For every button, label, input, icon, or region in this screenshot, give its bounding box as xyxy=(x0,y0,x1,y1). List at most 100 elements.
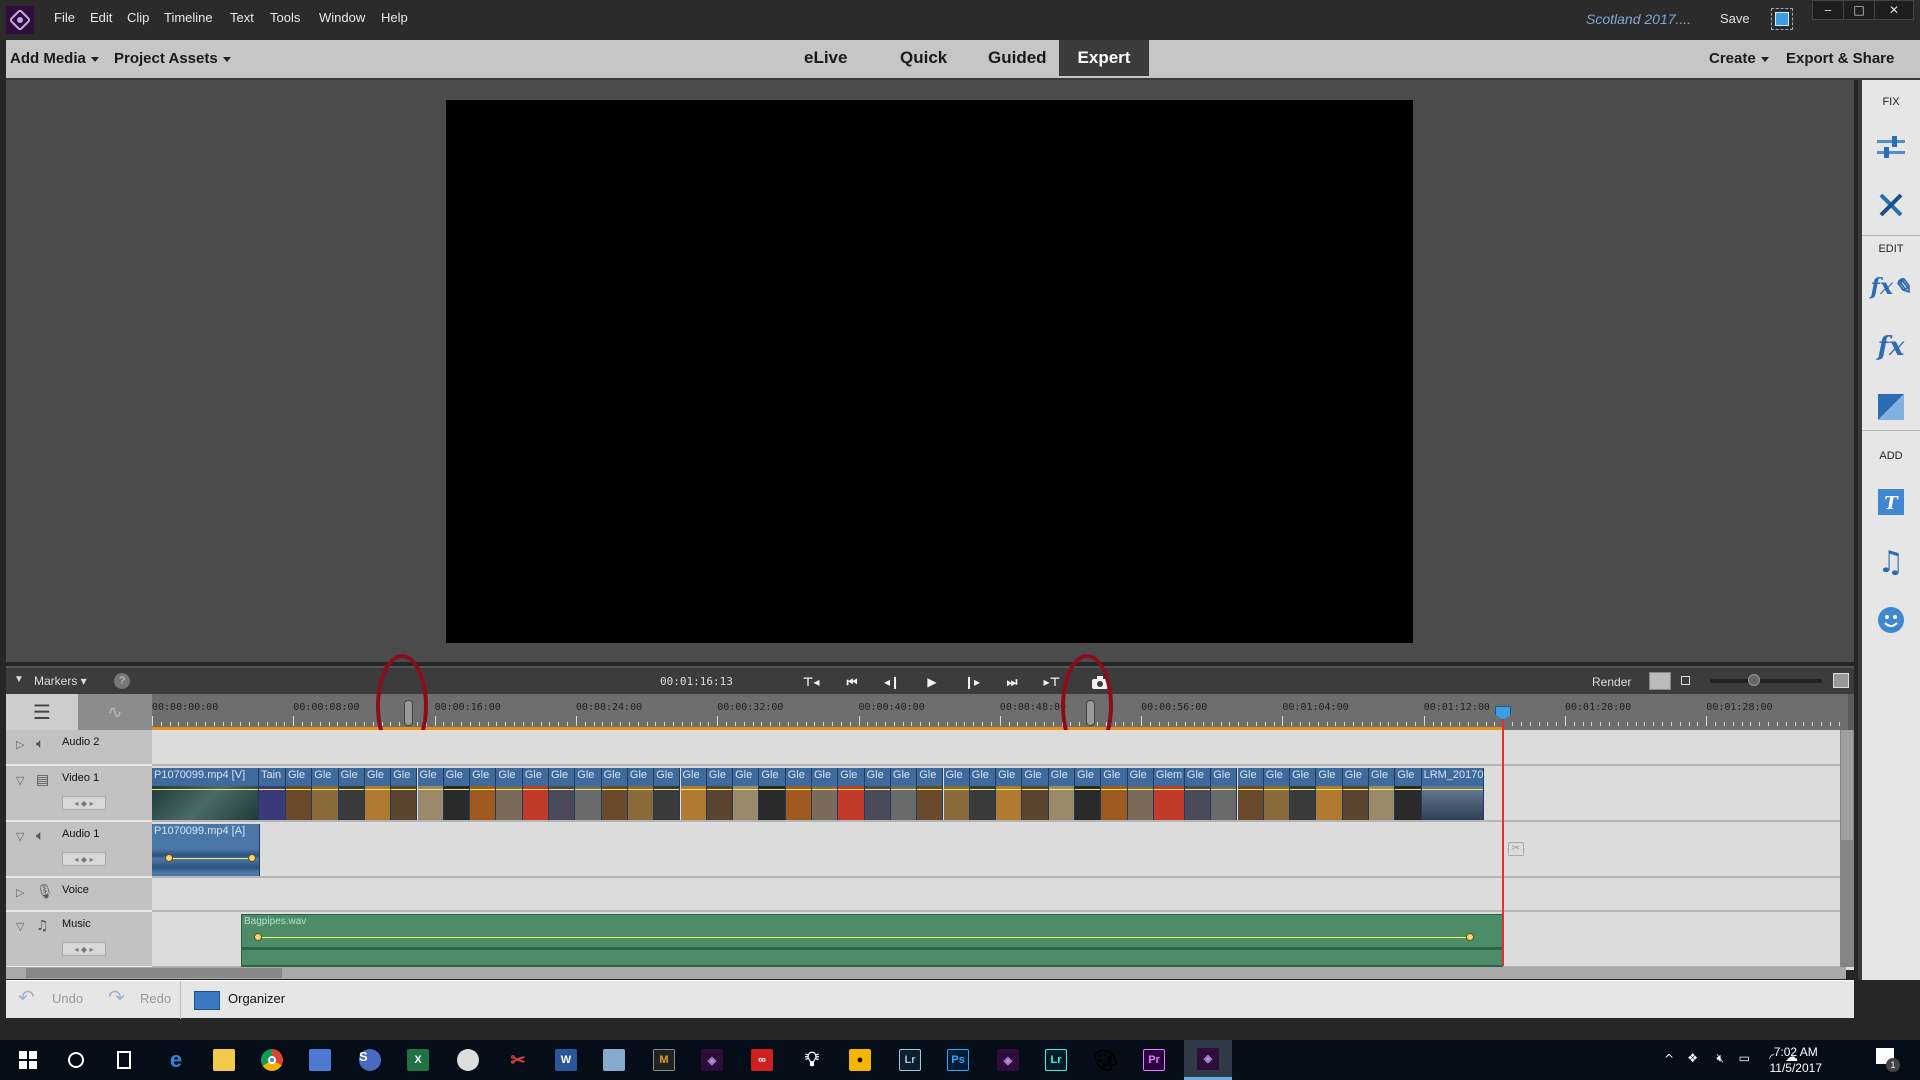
video-clip[interactable]: Gle xyxy=(1237,768,1264,820)
task-view-icon[interactable] xyxy=(104,1046,144,1074)
video-clip[interactable]: Gle xyxy=(1184,768,1212,820)
opacity-keyframe-line[interactable] xyxy=(1421,789,1483,790)
opacity-keyframe-line[interactable] xyxy=(391,789,417,790)
video-clip[interactable]: Gle xyxy=(338,768,365,820)
opacity-keyframe-line[interactable] xyxy=(364,789,391,790)
volume-keyframe-line[interactable] xyxy=(168,858,251,859)
video-clip[interactable]: Gle xyxy=(654,768,681,820)
opacity-keyframe-line[interactable] xyxy=(680,789,706,790)
show-hidden-icons[interactable]: ^ xyxy=(1664,1052,1674,1066)
opacity-keyframe-line[interactable] xyxy=(890,789,917,790)
opacity-keyframe-line[interactable] xyxy=(312,789,338,790)
video-clip[interactable]: Gle xyxy=(706,768,734,820)
effects-fx-icon[interactable]: fx xyxy=(1874,330,1908,364)
notepad-icon[interactable] xyxy=(594,1046,634,1074)
help-icon[interactable]: ? xyxy=(114,673,130,689)
video-clip[interactable]: Gle xyxy=(1211,768,1238,820)
fx-edit-icon[interactable]: fx✎ xyxy=(1871,270,1912,304)
video-clip[interactable]: Gle xyxy=(1316,768,1343,820)
opacity-keyframe-line[interactable] xyxy=(1022,789,1048,790)
redo-button[interactable]: Redo xyxy=(140,991,171,1006)
undo-icon[interactable]: ↶ xyxy=(18,985,35,1010)
opacity-keyframe-line[interactable] xyxy=(522,789,548,790)
export-share-button[interactable]: Export & Share xyxy=(1786,50,1894,67)
video-clip[interactable]: Gle xyxy=(680,768,707,820)
volume-keyframe-line[interactable] xyxy=(258,937,1472,938)
video-clip[interactable]: Gle xyxy=(917,768,944,820)
opacity-keyframe-line[interactable] xyxy=(838,789,864,790)
expand-triangle-icon[interactable]: ▷ xyxy=(16,886,24,899)
premiere-pro-icon[interactable]: Pr xyxy=(1134,1046,1174,1074)
fit-timeline-icon[interactable] xyxy=(1649,672,1671,690)
opacity-keyframe-line[interactable] xyxy=(338,789,364,790)
notification-center-icon[interactable]: 1 xyxy=(1876,1048,1900,1072)
zoom-in-icon[interactable] xyxy=(1833,673,1849,688)
menu-window[interactable]: Window xyxy=(319,10,365,25)
video-clip[interactable]: Gle xyxy=(364,768,392,820)
expand-triangle-icon[interactable]: ▷ xyxy=(16,738,24,751)
opacity-keyframe-line[interactable] xyxy=(1184,789,1211,790)
opacity-keyframe-line[interactable] xyxy=(733,789,759,790)
video-clip[interactable]: Gle xyxy=(1048,768,1075,820)
video-clip[interactable]: Gle xyxy=(759,768,786,820)
skip-forward-icon[interactable]: ⏭ xyxy=(1002,673,1022,691)
zoom-slider-handle[interactable] xyxy=(1748,674,1760,686)
opacity-keyframe-line[interactable] xyxy=(417,789,443,790)
tab-guided[interactable]: Guided xyxy=(970,40,1065,76)
keyframe-controls[interactable]: ◂ ◆ ▸ xyxy=(62,942,106,956)
video-clip[interactable]: Gle xyxy=(1022,768,1049,820)
video-clip[interactable]: Gle xyxy=(549,768,576,820)
audio-waveform-view-icon[interactable]: ∿ xyxy=(78,694,152,730)
opacity-keyframe-line[interactable] xyxy=(1395,789,1421,790)
video-preview[interactable] xyxy=(446,100,1413,643)
microphone-icon[interactable]: 🎙︎ xyxy=(36,884,54,900)
play-icon[interactable]: ▶ xyxy=(922,673,942,691)
opacity-keyframe-line[interactable] xyxy=(996,789,1022,790)
video-clip[interactable]: Gle xyxy=(470,768,497,820)
opacity-keyframe-line[interactable] xyxy=(152,789,258,790)
transitions-icon[interactable] xyxy=(1874,390,1908,424)
skip-back-icon[interactable]: ⏮ xyxy=(842,673,862,691)
menu-clip[interactable]: Clip xyxy=(127,10,149,25)
render-button[interactable]: Render xyxy=(1592,675,1631,689)
maximize-button[interactable]: □ xyxy=(1843,0,1875,20)
video-clip[interactable]: Gle xyxy=(575,768,602,820)
save-button[interactable]: Save xyxy=(1720,11,1750,26)
volume-muted-icon[interactable]: 🔇︎ xyxy=(1716,1051,1724,1066)
go-to-out-point-icon[interactable]: ▸⊤ xyxy=(1042,673,1062,691)
video-clip[interactable]: Gle xyxy=(969,768,997,820)
cortana-icon[interactable] xyxy=(56,1046,96,1074)
tab-expert[interactable]: Expert xyxy=(1059,40,1149,76)
keyframe[interactable] xyxy=(1466,933,1474,941)
video-clip[interactable]: Gle xyxy=(601,768,628,820)
video-clip[interactable]: Gle xyxy=(996,768,1023,820)
video-clip[interactable]: Glem xyxy=(1153,768,1185,820)
go-to-in-point-icon[interactable]: ⊤◂ xyxy=(801,673,821,691)
opacity-keyframe-line[interactable] xyxy=(654,789,680,790)
opacity-keyframe-line[interactable] xyxy=(1075,789,1101,790)
menu-help[interactable]: Help xyxy=(381,10,408,25)
keyframe-controls[interactable]: ◂ ◆ ▸ xyxy=(62,796,106,810)
opacity-keyframe-line[interactable] xyxy=(575,789,601,790)
keyframe[interactable] xyxy=(248,854,256,862)
tab-quick[interactable]: Quick xyxy=(882,40,965,76)
video-clip[interactable]: Gle xyxy=(785,768,812,820)
opacity-keyframe-line[interactable] xyxy=(759,789,785,790)
music-clip[interactable]: Bagpipes.wav xyxy=(241,914,1503,968)
video-clip[interactable]: Gle xyxy=(1290,768,1317,820)
network-utility-icon[interactable] xyxy=(300,1046,340,1074)
video-clip[interactable]: Gle xyxy=(1263,768,1291,820)
close-button[interactable]: ✕ xyxy=(1874,0,1914,20)
track-view-icon[interactable]: ☰ xyxy=(6,694,78,730)
collapse-triangle-icon[interactable]: ▽ xyxy=(16,920,24,933)
audio-clip[interactable]: P1070099.mp4 [A] xyxy=(152,824,260,876)
video-clip[interactable]: Gle xyxy=(733,768,760,820)
track-lane-music[interactable]: Bagpipes.wav xyxy=(152,912,1842,968)
scroll-thumb[interactable] xyxy=(26,968,282,978)
film-strip-icon[interactable]: ▤ xyxy=(36,772,49,788)
start-icon[interactable] xyxy=(8,1046,48,1074)
snipping-tool-icon[interactable]: ✂ xyxy=(498,1046,538,1074)
track-lane-video-1[interactable]: P1070099.mp4 [V] Tain Gle Gle Gle Gle Gle Gle Gl… xyxy=(152,766,1842,822)
tips-icon[interactable]: 💡︎ xyxy=(792,1046,832,1074)
opacity-keyframe-line[interactable] xyxy=(1369,789,1395,790)
